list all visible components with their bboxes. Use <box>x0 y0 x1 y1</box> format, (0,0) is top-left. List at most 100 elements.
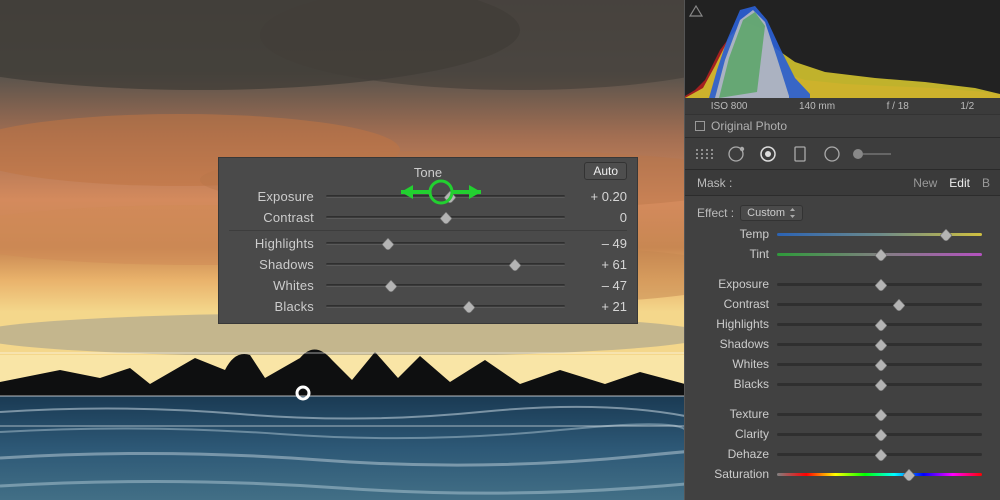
tone-panel: Tone Auto Exposure+ 0.20 Contrast 0 Highlig… <box>218 157 638 324</box>
mask-tab-brush[interactable]: B <box>982 176 990 190</box>
effect-label: Tint <box>697 247 769 261</box>
mask-tabs: New Edit B <box>913 176 990 190</box>
shadows-slider[interactable] <box>326 263 565 266</box>
aperture-label: f / 18 <box>887 101 909 112</box>
effect-row-saturation: Saturation <box>697 464 990 484</box>
effect-dropdown[interactable]: Custom <box>740 205 803 221</box>
blacks-slider[interactable] <box>326 305 565 308</box>
circle-tool-icon[interactable] <box>821 143 843 165</box>
slider-handle-icon[interactable] <box>874 379 886 389</box>
exposure-slider[interactable] <box>326 195 565 198</box>
tone-row-whites: Whites– 47 <box>219 275 637 296</box>
slider-handle-icon[interactable] <box>874 409 886 419</box>
slider-handle-icon[interactable] <box>902 469 914 479</box>
slider-handle-icon[interactable] <box>508 259 522 271</box>
slider-handle-icon[interactable] <box>381 238 395 250</box>
tone-value: – 47 <box>577 278 627 293</box>
effect-row-tint: Tint <box>697 244 990 264</box>
effects-panel: Effect : Custom Temp Tint Exposure Contrast… <box>685 196 1000 484</box>
slider-handle-icon[interactable] <box>939 229 951 239</box>
grid-tool-icon[interactable] <box>693 143 715 165</box>
tone-label: Blacks <box>229 299 314 314</box>
effect-label: Exposure <box>697 277 769 291</box>
effect-label: Highlights <box>697 317 769 331</box>
brush-dot-icon <box>853 149 863 159</box>
effect-label: Texture <box>697 407 769 421</box>
slider-handle-icon[interactable] <box>892 299 904 309</box>
tone-value: + 21 <box>577 299 627 314</box>
effect-label: Temp <box>697 227 769 241</box>
saturation-slider[interactable] <box>777 473 982 476</box>
contrast-slider[interactable] <box>777 303 982 306</box>
mask-tab-edit[interactable]: Edit <box>949 176 970 190</box>
highlights-slider[interactable] <box>777 323 982 326</box>
circle-plus-tool-icon[interactable] <box>725 143 747 165</box>
checkbox-icon[interactable] <box>695 121 705 131</box>
focal-length-label: 140 mm <box>799 101 835 112</box>
slider-handle-icon[interactable] <box>874 429 886 439</box>
effect-label: Contrast <box>697 297 769 311</box>
effect-row-clarity: Clarity <box>697 424 990 444</box>
tone-auto-button[interactable]: Auto <box>584 162 627 180</box>
effect-label: Clarity <box>697 427 769 441</box>
clipping-warning-icon[interactable] <box>689 4 703 18</box>
shadows-slider[interactable] <box>777 343 982 346</box>
slider-handle-icon[interactable] <box>874 339 886 349</box>
shutter-label: 1/2 <box>960 101 974 112</box>
tone-row-exposure: Exposure+ 0.20 <box>219 186 637 207</box>
tone-value: – 49 <box>577 236 627 251</box>
effect-row: Effect : Custom <box>697 202 990 224</box>
effect-label: Whites <box>697 357 769 371</box>
effect-row-blacks: Blacks <box>697 374 990 394</box>
radial-tool-icon[interactable] <box>757 143 779 165</box>
updown-icon <box>789 208 796 218</box>
original-photo-toggle[interactable]: Original Photo <box>685 114 1000 138</box>
temp-slider[interactable] <box>777 233 982 236</box>
whites-slider[interactable] <box>326 284 565 287</box>
tone-panel-title: Tone <box>414 165 442 180</box>
highlights-slider[interactable] <box>326 242 565 245</box>
iso-label: ISO 800 <box>711 101 748 112</box>
slider-handle-icon[interactable] <box>874 319 886 329</box>
tone-row-highlights: Highlights – 49 <box>219 233 637 254</box>
tone-label: Shadows <box>229 257 314 272</box>
effect-row-shadows: Shadows <box>697 334 990 354</box>
dehaze-slider[interactable] <box>777 453 982 456</box>
exposure-slider[interactable] <box>777 283 982 286</box>
effect-row-exposure: Exposure <box>697 274 990 294</box>
effect-row-temp: Temp <box>697 224 990 244</box>
tone-value: 0 <box>577 210 627 225</box>
tint-slider[interactable] <box>777 253 982 256</box>
blacks-slider[interactable] <box>777 383 982 386</box>
mask-tab-new[interactable]: New <box>913 176 937 190</box>
brush-track <box>863 153 891 155</box>
slider-handle-icon[interactable] <box>462 301 476 313</box>
effect-label: Blacks <box>697 377 769 391</box>
effect-label: Effect : <box>697 206 734 220</box>
slider-handle-icon[interactable] <box>874 279 886 289</box>
rectangle-tool-icon[interactable] <box>789 143 811 165</box>
slider-handle-icon[interactable] <box>874 249 886 259</box>
slider-handle-icon[interactable] <box>384 280 398 292</box>
brush-size-slider[interactable] <box>853 146 893 162</box>
tone-row-blacks: Blacks + 21 <box>219 296 637 317</box>
contrast-slider[interactable] <box>326 216 565 219</box>
slider-handle-icon[interactable] <box>443 191 457 203</box>
effect-value: Custom <box>747 207 785 219</box>
tone-label: Contrast <box>229 210 314 225</box>
effect-label: Dehaze <box>697 447 769 461</box>
slider-handle-icon[interactable] <box>874 449 886 459</box>
histogram[interactable]: ISO 800 140 mm f / 18 1/2 <box>685 0 1000 114</box>
mask-label: Mask : <box>697 176 913 190</box>
slider-handle-icon[interactable] <box>874 359 886 369</box>
slider-handle-icon[interactable] <box>439 212 453 224</box>
mask-toolbar <box>685 138 1000 170</box>
clarity-slider[interactable] <box>777 433 982 436</box>
tone-row-contrast: Contrast 0 <box>219 207 637 228</box>
effect-row-dehaze: Dehaze <box>697 444 990 464</box>
image-preview[interactable]: Tone Auto Exposure+ 0.20 Contrast 0 Highlig… <box>0 0 685 500</box>
tone-panel-header: Tone Auto <box>219 158 637 186</box>
whites-slider[interactable] <box>777 363 982 366</box>
texture-slider[interactable] <box>777 413 982 416</box>
tone-label: Highlights <box>229 236 314 251</box>
